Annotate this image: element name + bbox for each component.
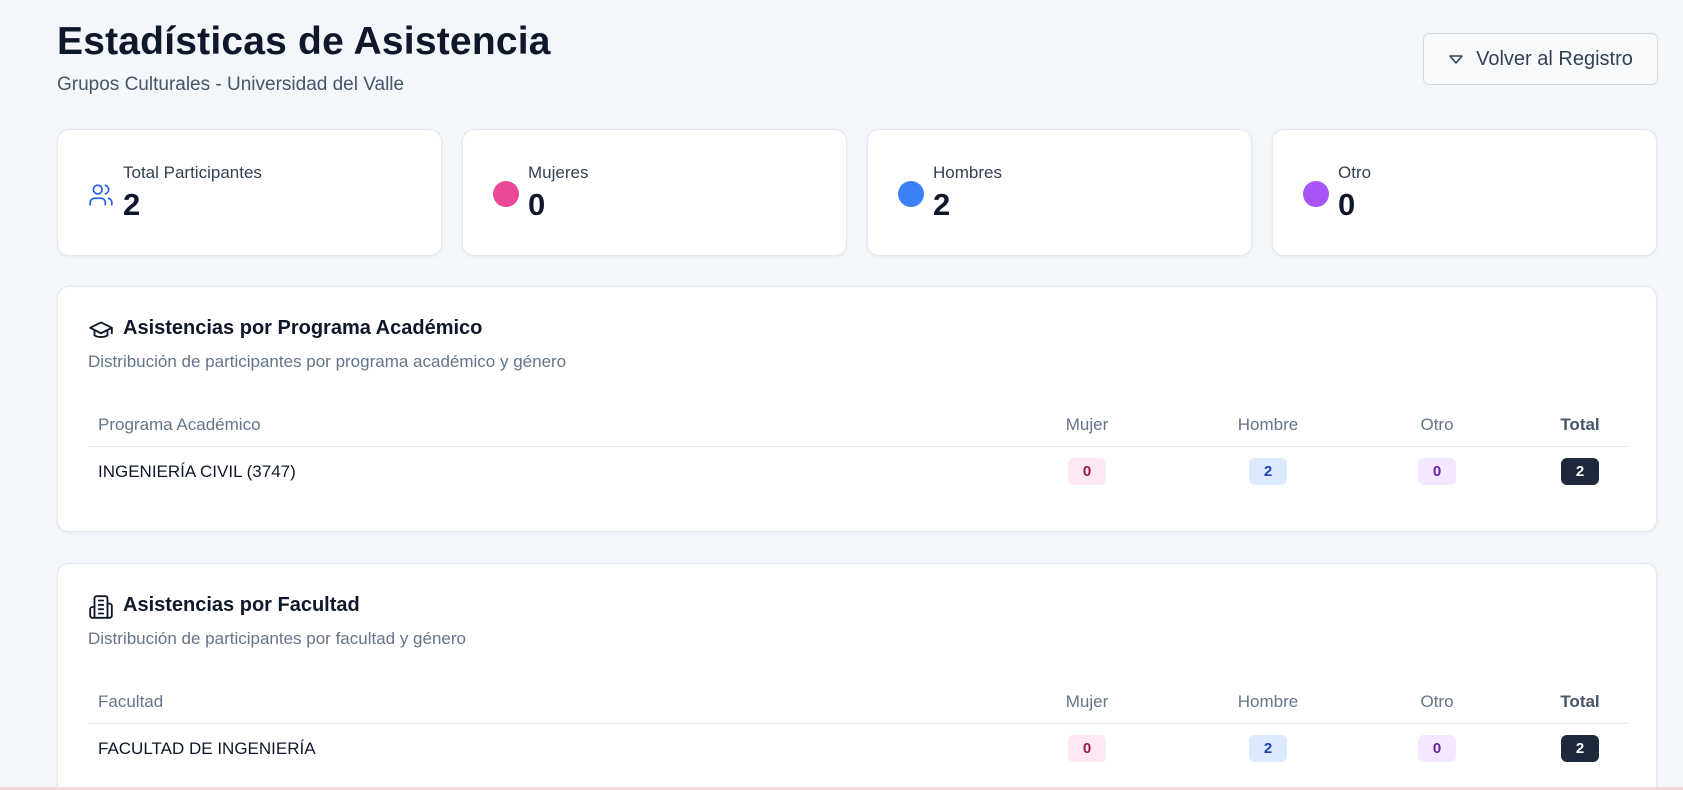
table-row: INGENIERÍA CIVIL (3747) 0 2 0 2 xyxy=(88,447,1628,497)
back-to-register-button[interactable]: Volver al Registro xyxy=(1423,33,1658,85)
total-count-badge: 2 xyxy=(1561,735,1599,762)
column-header: Facultad xyxy=(98,692,164,711)
graduation-cap-icon xyxy=(89,321,113,338)
stats-cards: Total Participantes 2 Mujeres 0 Hombres … xyxy=(57,129,1657,257)
stat-card-men: Hombres 2 xyxy=(867,129,1252,256)
page-title: Estadísticas de Asistencia xyxy=(57,20,551,63)
column-header: Total xyxy=(1560,415,1600,434)
column-header: Otro xyxy=(1420,415,1454,434)
stat-card-total: Total Participantes 2 xyxy=(57,129,442,256)
column-header: Hombre xyxy=(1237,415,1299,434)
column-header: Otro xyxy=(1420,692,1454,711)
stat-label: Otro xyxy=(1338,163,1372,182)
total-count-badge: 2 xyxy=(1561,458,1599,485)
other-color-dot xyxy=(1303,181,1329,207)
column-header: Mujer xyxy=(1065,415,1109,434)
column-header: Hombre xyxy=(1237,692,1299,711)
stat-label: Hombres xyxy=(933,163,1002,182)
other-count-badge: 0 xyxy=(1418,458,1456,485)
table-row: FACULTAD DE INGENIERÍA 0 2 0 2 xyxy=(88,724,1628,774)
page-subtitle: Grupos Culturales - Universidad del Vall… xyxy=(57,74,405,95)
stat-card-other: Otro 0 xyxy=(1272,129,1657,256)
program-name: INGENIERÍA CIVIL (3747) xyxy=(98,462,296,481)
stat-value: 2 xyxy=(123,187,141,222)
table-header: Programa Académico Mujer Hombre Otro Tot… xyxy=(88,415,1628,447)
stat-label: Mujeres xyxy=(528,163,589,182)
women-count-badge: 0 xyxy=(1068,735,1106,762)
programs-section: Asistencias por Programa Académico Distr… xyxy=(57,286,1657,532)
column-header: Mujer xyxy=(1065,692,1109,711)
men-count-badge: 2 xyxy=(1249,735,1287,762)
women-color-dot xyxy=(493,181,519,207)
stat-value: 0 xyxy=(528,187,546,222)
stat-card-women: Mujeres 0 xyxy=(462,129,847,256)
column-header: Total xyxy=(1560,692,1600,711)
column-header: Programa Académico xyxy=(98,415,261,434)
page-header: Estadísticas de Asistencia Grupos Cultur… xyxy=(57,0,1658,128)
section-description: Distribución de participantes por progra… xyxy=(88,352,567,371)
users-icon xyxy=(89,184,113,206)
stats-page: Estadísticas de Asistencia Grupos Cultur… xyxy=(57,0,1658,790)
chevron-down-icon xyxy=(1449,55,1463,64)
section-description: Distribución de participantes por facult… xyxy=(88,629,466,648)
back-button-label: Volver al Registro xyxy=(1476,47,1633,70)
men-color-dot xyxy=(898,181,924,207)
section-title: Asistencias por Programa Académico xyxy=(123,317,483,339)
faculties-section: Asistencias por Facultad Distribución de… xyxy=(57,563,1657,790)
faculty-name: FACULTAD DE INGENIERÍA xyxy=(98,739,316,758)
men-count-badge: 2 xyxy=(1249,458,1287,485)
stat-value: 2 xyxy=(933,187,951,222)
stat-value: 0 xyxy=(1338,187,1356,222)
women-count-badge: 0 xyxy=(1068,458,1106,485)
section-title: Asistencias por Facultad xyxy=(123,594,360,616)
building-icon xyxy=(89,595,113,619)
stat-label: Total Participantes xyxy=(123,163,262,182)
table-header: Facultad Mujer Hombre Otro Total xyxy=(88,692,1628,724)
other-count-badge: 0 xyxy=(1418,735,1456,762)
